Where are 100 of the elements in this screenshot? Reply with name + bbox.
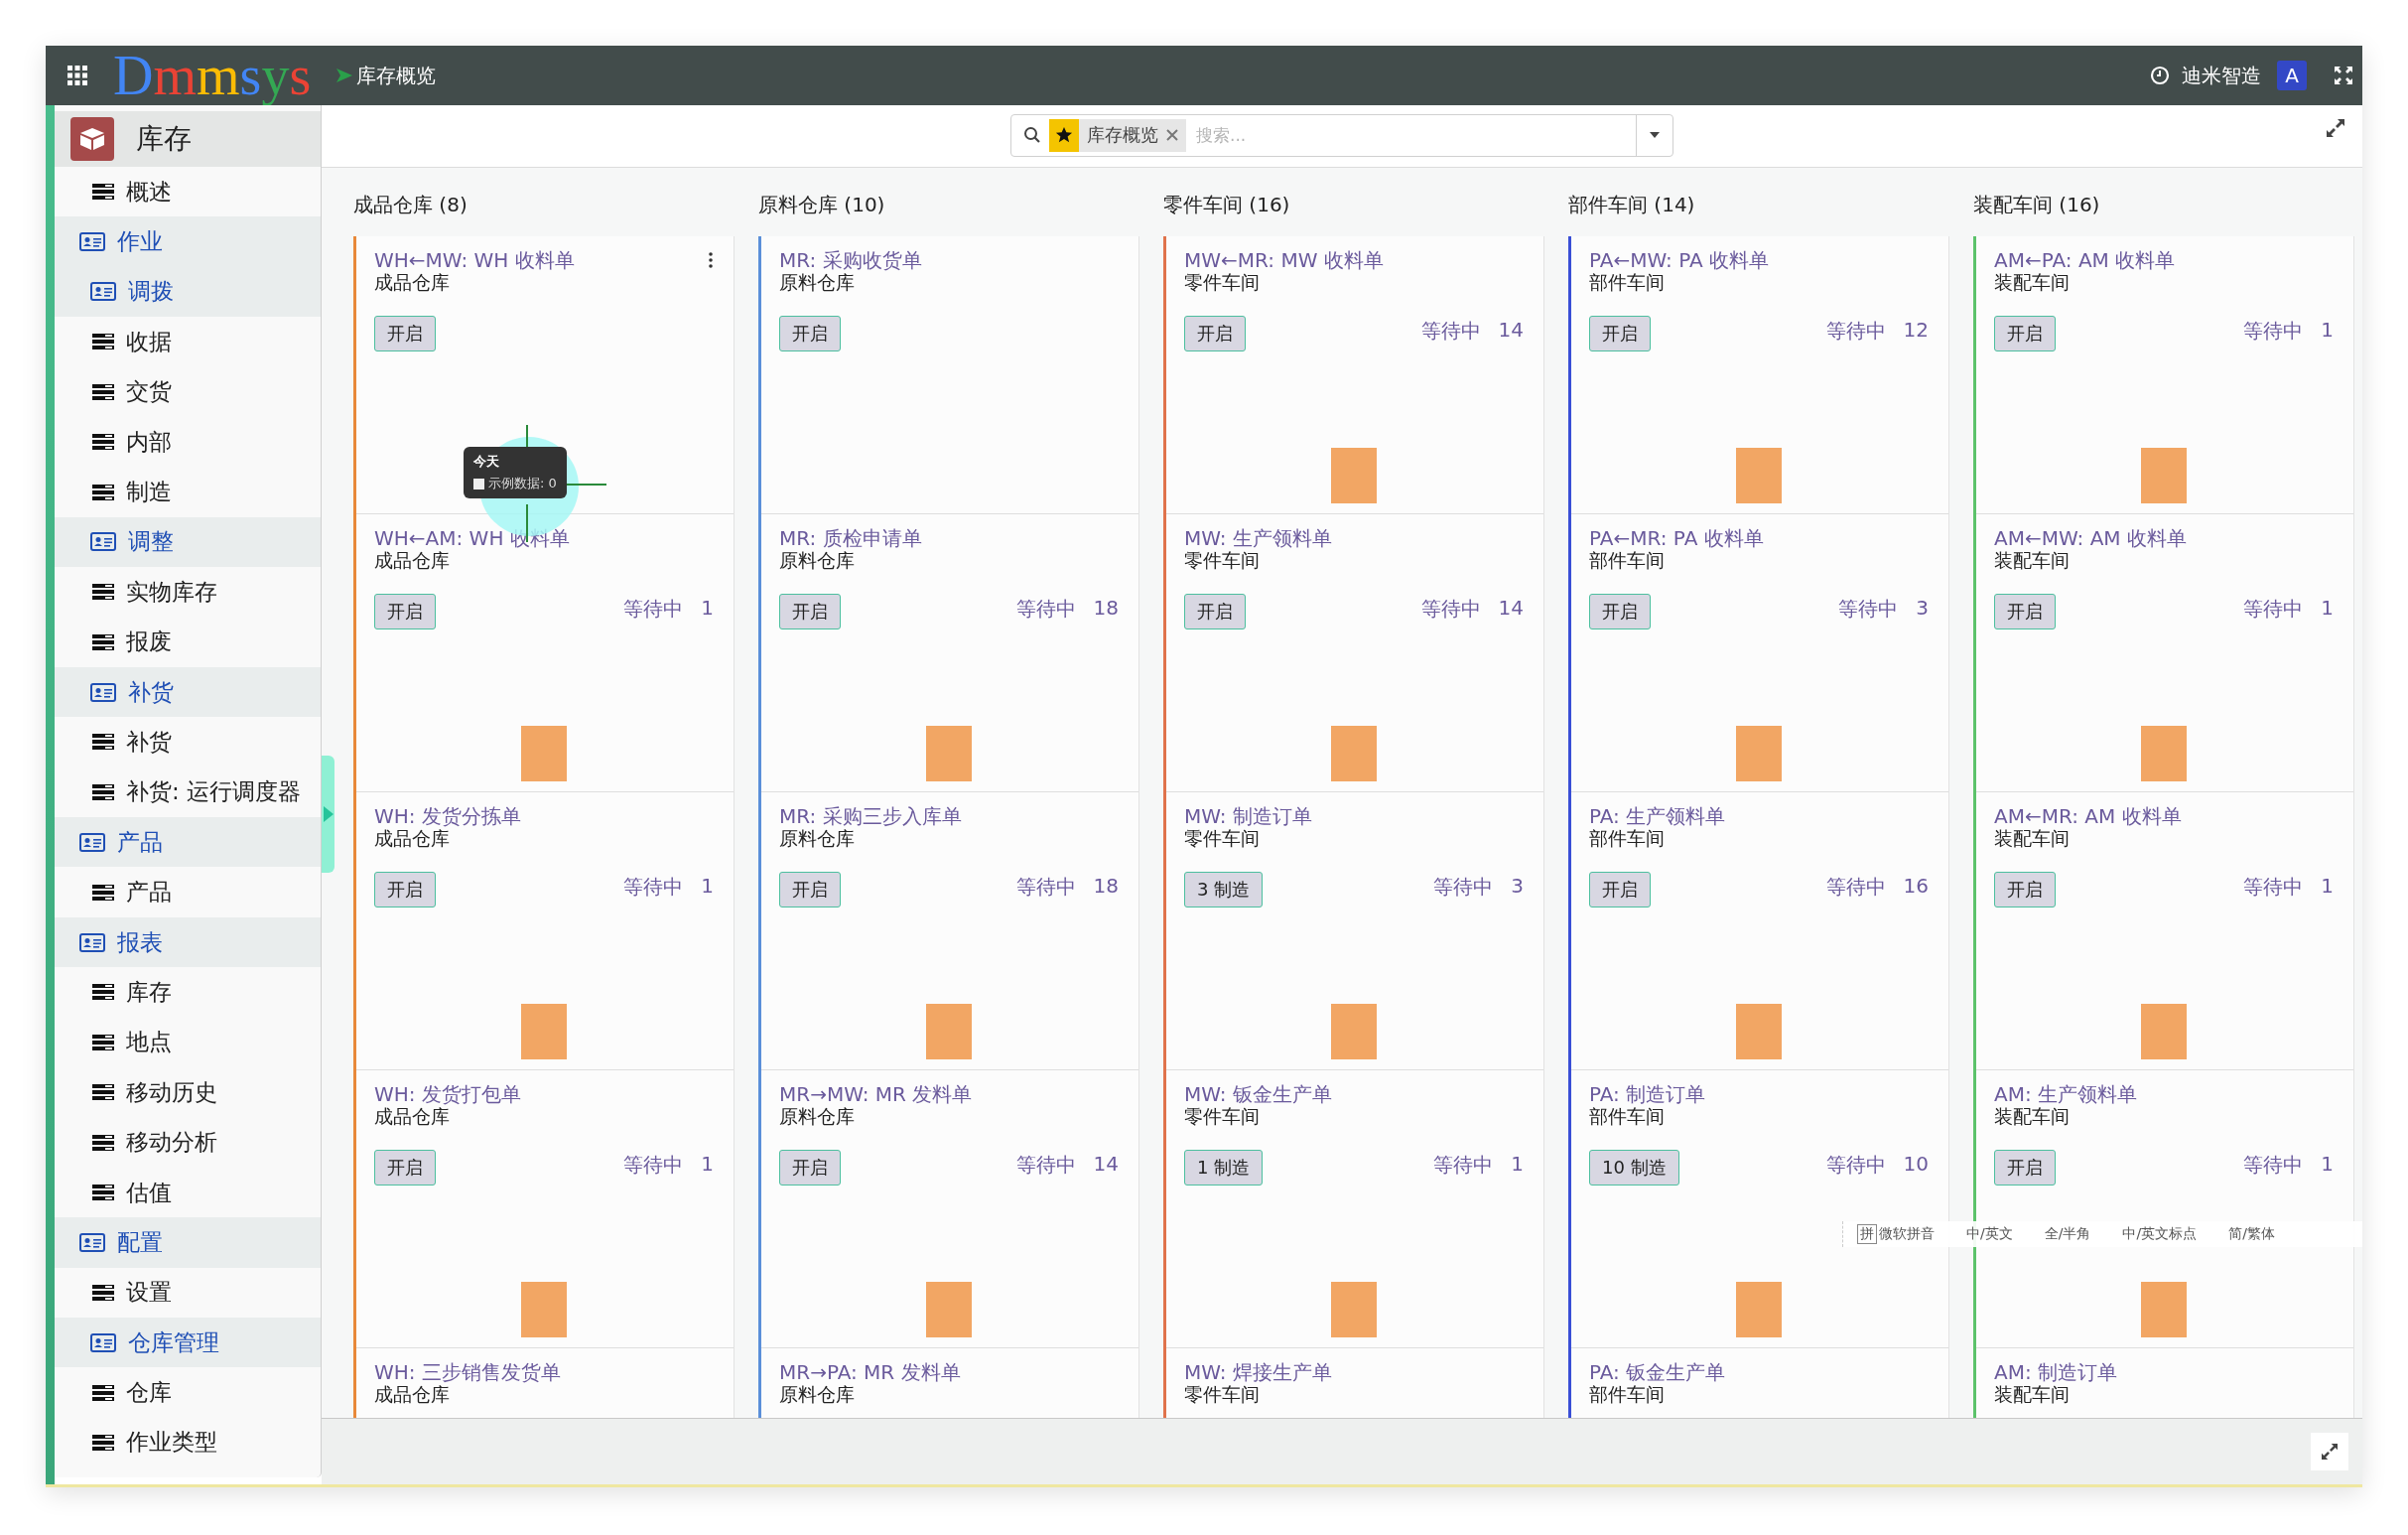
open-button[interactable]: 开启 xyxy=(779,315,841,351)
waiting-label[interactable]: 等待中 xyxy=(1838,595,1899,623)
waiting-count[interactable]: 1 xyxy=(701,595,714,623)
waiting-label[interactable]: 等待中 xyxy=(2243,873,2304,901)
card-title[interactable]: WH←MW: WH 收料单 xyxy=(374,248,575,272)
waiting-label[interactable]: 等待中 xyxy=(2243,595,2304,623)
filter-facet[interactable]: 库存概览 xyxy=(1049,118,1186,152)
menu-section[interactable]: 产品 xyxy=(55,817,321,868)
waiting-count[interactable]: 18 xyxy=(1093,873,1119,901)
apps-grid-icon[interactable] xyxy=(67,66,87,85)
card-title[interactable]: MW←MR: MW 收料单 xyxy=(1184,248,1384,272)
ime-option[interactable]: 中/英文 xyxy=(1966,1225,2013,1243)
waiting-label[interactable]: 等待中 xyxy=(1825,317,1886,345)
waiting-label[interactable]: 等待中 xyxy=(1015,1151,1076,1179)
card-title[interactable]: AM←MR: AM 收料单 xyxy=(1994,804,2182,828)
menu-item[interactable]: 估值 xyxy=(55,1167,321,1218)
company-name[interactable]: 迪米智造 xyxy=(2182,62,2261,89)
waiting-count[interactable]: 1 xyxy=(2321,595,2334,623)
menu-item[interactable]: 收据 xyxy=(55,317,321,367)
waiting-label[interactable]: 等待中 xyxy=(1420,595,1481,623)
open-button[interactable]: 开启 xyxy=(374,593,436,629)
menu-item[interactable]: 实物库存 xyxy=(55,567,321,618)
waiting-count[interactable]: 14 xyxy=(1498,317,1524,345)
user-avatar[interactable]: A xyxy=(2277,61,2307,90)
clock-icon[interactable] xyxy=(2150,66,2170,85)
card-title[interactable]: PA: 钣金生产单 xyxy=(1589,1360,1726,1384)
waiting-count[interactable]: 1 xyxy=(2321,317,2334,345)
waiting-label[interactable]: 等待中 xyxy=(1433,873,1494,901)
menu-item[interactable]: 概述 xyxy=(55,167,321,217)
waiting-label[interactable]: 等待中 xyxy=(623,595,684,623)
waiting-count[interactable]: 1 xyxy=(2321,873,2334,901)
waiting-count[interactable]: 12 xyxy=(1903,317,1929,345)
waiting-count[interactable]: 1 xyxy=(701,1151,714,1179)
waiting-count[interactable]: 18 xyxy=(1093,595,1119,623)
ime-option[interactable]: 中/英文标点 xyxy=(2122,1225,2198,1243)
waiting-count[interactable]: 3 xyxy=(1511,873,1524,901)
card-title[interactable]: PA: 制造订单 xyxy=(1589,1082,1706,1106)
open-button[interactable]: 开启 xyxy=(1994,1149,2056,1186)
menu-item[interactable]: 制造 xyxy=(55,467,321,517)
waiting-count[interactable]: 1 xyxy=(1511,1151,1524,1179)
menu-section[interactable]: 作业 xyxy=(55,216,321,267)
open-button[interactable]: 1 制造 xyxy=(1184,1149,1264,1186)
open-button[interactable]: 开启 xyxy=(779,593,841,629)
waiting-label[interactable]: 等待中 xyxy=(1015,595,1076,623)
open-button[interactable]: 开启 xyxy=(779,1149,841,1186)
open-button[interactable]: 开启 xyxy=(1589,871,1651,907)
waiting-label[interactable]: 等待中 xyxy=(1433,1151,1494,1179)
logo[interactable]: Dmmsys xyxy=(113,46,312,105)
open-button[interactable]: 开启 xyxy=(1994,315,2056,351)
card-title[interactable]: AM←PA: AM 收料单 xyxy=(1994,248,2176,272)
menu-section[interactable]: 调整 xyxy=(55,516,321,568)
menu-item[interactable]: 移动历史 xyxy=(55,1067,321,1118)
ime-badge[interactable]: 拼 xyxy=(1857,1224,1877,1244)
card-title[interactable]: MR: 采购三步入库单 xyxy=(779,804,962,828)
menu-section[interactable]: 配置 xyxy=(55,1217,321,1268)
expand-button[interactable] xyxy=(2311,1433,2348,1470)
search-field[interactable]: 库存概览 搜索... xyxy=(1010,113,1673,157)
card-title[interactable]: WH←AM: WH 收料单 xyxy=(374,526,570,550)
card-title[interactable]: MR: 质检申请单 xyxy=(779,526,922,550)
ime-option[interactable]: 全/半角 xyxy=(2044,1225,2091,1243)
card-title[interactable]: MR→PA: MR 发料单 xyxy=(779,1360,961,1384)
sidebar-toggle-handle[interactable] xyxy=(322,756,334,873)
waiting-count[interactable]: 1 xyxy=(2321,1151,2334,1179)
card-title[interactable]: MW: 焊接生产单 xyxy=(1184,1360,1332,1384)
card-title[interactable]: MR→MW: MR 发料单 xyxy=(779,1082,973,1106)
open-button[interactable]: 10 制造 xyxy=(1589,1149,1679,1186)
menu-item[interactable]: 设置 xyxy=(55,1267,321,1318)
menu-item[interactable]: 作业类型 xyxy=(55,1417,321,1468)
ime-name[interactable]: 微软拼音 xyxy=(1879,1225,1935,1243)
card-title[interactable]: AM: 制造订单 xyxy=(1994,1360,2118,1384)
open-button[interactable]: 开启 xyxy=(374,1149,436,1186)
open-button[interactable]: 开启 xyxy=(374,315,436,351)
open-button[interactable]: 3 制造 xyxy=(1184,871,1264,907)
waiting-count[interactable]: 10 xyxy=(1903,1151,1929,1179)
open-button[interactable]: 开启 xyxy=(1184,593,1246,629)
card-title[interactable]: PA←MR: PA 收料单 xyxy=(1589,526,1764,550)
waiting-count[interactable]: 1 xyxy=(701,873,714,901)
waiting-label[interactable]: 等待中 xyxy=(1420,317,1481,345)
card-title[interactable]: WH: 发货分拣单 xyxy=(374,804,521,828)
caret-icon[interactable] xyxy=(1649,131,1661,139)
card-title[interactable]: MR: 采购收货单 xyxy=(779,248,922,272)
waiting-label[interactable]: 等待中 xyxy=(2243,1151,2304,1179)
ime-option[interactable]: 简/繁体 xyxy=(2228,1225,2275,1243)
close-icon[interactable] xyxy=(1166,129,1178,141)
waiting-count[interactable]: 14 xyxy=(1498,595,1524,623)
open-button[interactable]: 开启 xyxy=(1589,315,1651,351)
card-title[interactable]: WH: 三步销售发货单 xyxy=(374,1360,561,1384)
card-title[interactable]: PA←MW: PA 收料单 xyxy=(1589,248,1769,272)
open-button[interactable]: 开启 xyxy=(1184,315,1246,351)
card-title[interactable]: WH: 发货打包单 xyxy=(374,1082,521,1106)
waiting-label[interactable]: 等待中 xyxy=(1015,873,1076,901)
waiting-label[interactable]: 等待中 xyxy=(2243,317,2304,345)
menu-item[interactable]: 产品 xyxy=(55,867,321,917)
open-button[interactable]: 开启 xyxy=(1589,593,1651,629)
waiting-label[interactable]: 等待中 xyxy=(1825,1151,1886,1179)
menu-section[interactable]: 调拨 xyxy=(55,266,321,318)
menu-item[interactable]: 地点 xyxy=(55,1017,321,1068)
menu-item[interactable]: 交货 xyxy=(55,366,321,417)
waiting-label[interactable]: 等待中 xyxy=(623,1151,684,1179)
menu-item[interactable]: 移动分析 xyxy=(55,1117,321,1168)
